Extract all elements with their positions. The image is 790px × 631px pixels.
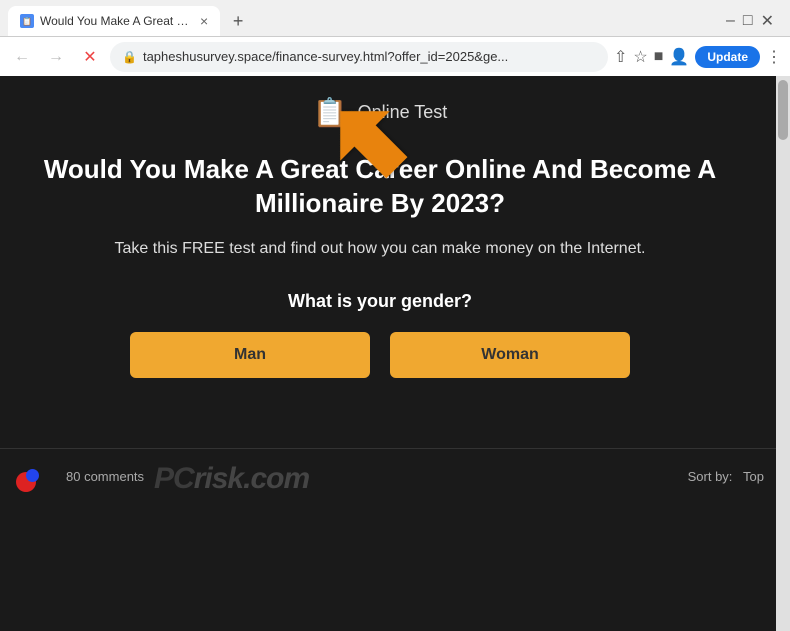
address-text: tapheshusurvey.space/finance-survey.html… — [143, 49, 596, 64]
site-main: 📋 Online Test Would You Make A Great Car… — [0, 76, 760, 448]
tab-bar-controls: – □ ✕ — [726, 11, 782, 31]
scrollbar-thumb[interactable] — [778, 80, 788, 140]
woman-button[interactable]: Woman — [390, 332, 630, 378]
minimize-icon[interactable]: – — [726, 12, 735, 30]
gender-question: What is your gender? — [30, 291, 730, 312]
new-tab-button[interactable]: + — [224, 7, 252, 35]
gender-buttons: Man Woman — [30, 332, 730, 378]
site-header: 📋 Online Test — [30, 96, 730, 129]
menu-dots-icon[interactable]: ⋮ — [766, 47, 782, 67]
close-window-icon[interactable]: ✕ — [761, 11, 774, 31]
nav-right-controls: ⇧ ☆ ■ 👤 Update ⋮ — [614, 46, 782, 68]
scrollbar[interactable] — [776, 76, 790, 631]
pcrisk-badge — [12, 456, 52, 496]
bookmark-icon[interactable]: ☆ — [633, 47, 647, 67]
back-button[interactable]: ← — [8, 43, 36, 71]
man-button[interactable]: Man — [130, 332, 370, 378]
extensions-icon[interactable]: ■ — [654, 48, 664, 66]
active-tab[interactable]: 📋 Would You Make A Great Career... × — [8, 6, 220, 36]
forward-button[interactable]: → — [42, 43, 70, 71]
lock-icon: 🔒 — [122, 50, 137, 64]
tab-bar: 📋 Would You Make A Great Career... × + –… — [0, 0, 790, 36]
sort-value[interactable]: Top — [743, 469, 764, 484]
tab-close-button[interactable]: × — [200, 13, 208, 29]
sub-text: Take this FREE test and find out how you… — [30, 237, 730, 261]
tab-favicon: 📋 — [20, 14, 34, 28]
site-logo-icon: 📋 — [313, 96, 348, 129]
page-content: 📋 Online Test Would You Make A Great Car… — [0, 76, 776, 631]
pcrisk-logo-text: PCrisk.com — [154, 455, 309, 498]
reload-button[interactable]: ✕ — [76, 43, 104, 71]
sort-by-label: Sort by: Top — [688, 469, 764, 484]
bottom-bar: 80 comments PCrisk.com Sort by: Top — [0, 448, 776, 504]
update-button[interactable]: Update — [695, 46, 760, 68]
share-icon[interactable]: ⇧ — [614, 47, 627, 67]
nav-bar: ← → ✕ 🔒 tapheshusurvey.space/finance-sur… — [0, 36, 790, 76]
address-bar[interactable]: 🔒 tapheshusurvey.space/finance-survey.ht… — [110, 42, 608, 72]
main-headline: Would You Make A Great Career Online And… — [30, 153, 730, 221]
content-wrapper: 📋 Online Test Would You Make A Great Car… — [0, 76, 790, 631]
comments-count: 80 comments — [66, 469, 144, 484]
site-header-title: Online Test — [358, 102, 448, 123]
tab-title: Would You Make A Great Career... — [40, 14, 190, 28]
profile-icon[interactable]: 👤 — [669, 47, 689, 67]
browser-chrome: 📋 Would You Make A Great Career... × + –… — [0, 0, 790, 76]
maximize-icon[interactable]: □ — [743, 12, 753, 30]
